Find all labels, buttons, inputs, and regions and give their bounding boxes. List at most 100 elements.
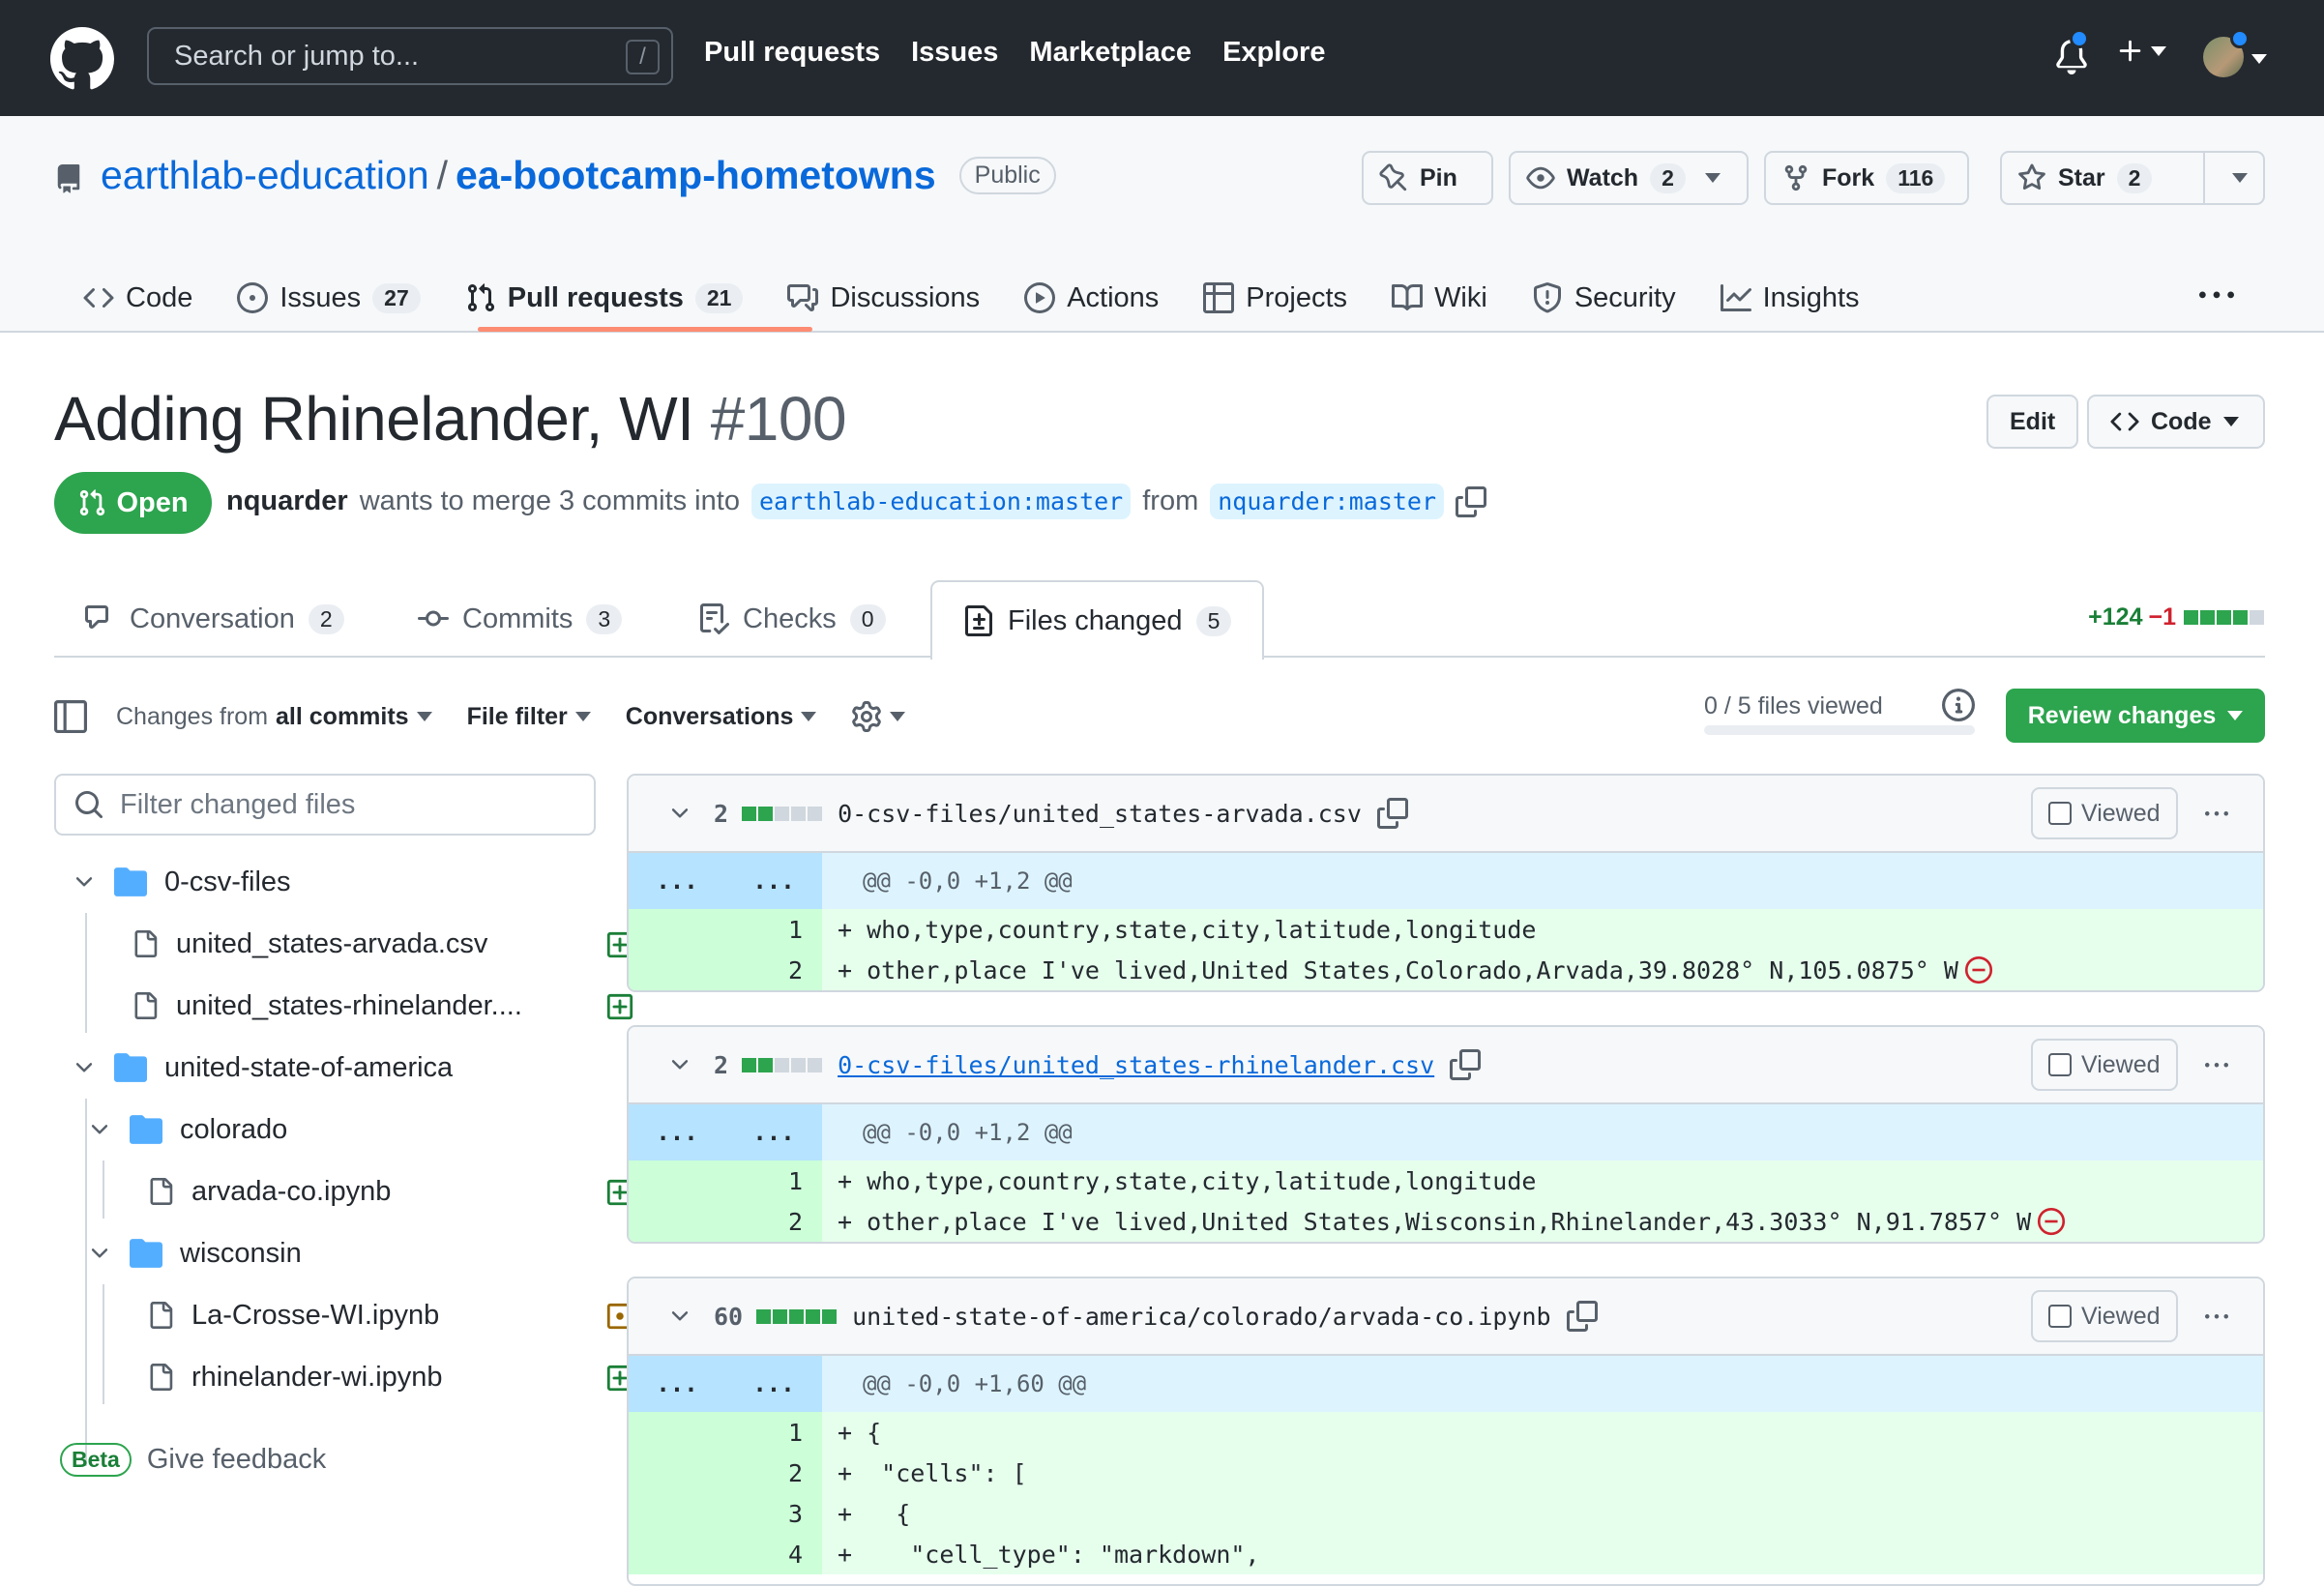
- diff-file-path[interactable]: 0-csv-files/united_states-rhinelander.cs…: [838, 1051, 1434, 1079]
- copy-path-icon[interactable]: [1450, 1049, 1482, 1080]
- diff-file-path[interactable]: united-state-of-america/colorado/arvada-…: [852, 1303, 1550, 1331]
- expand-down-dots[interactable]: ...: [752, 1370, 794, 1397]
- tab-security[interactable]: Security: [1532, 263, 1676, 333]
- expand-hunk-gutter[interactable]: ......: [629, 1104, 822, 1160]
- expand-down-dots[interactable]: ...: [752, 867, 794, 895]
- tree-folder-united-state-of-america[interactable]: united-state-of-america: [72, 1037, 453, 1099]
- tab-insights[interactable]: Insights: [1720, 263, 1860, 333]
- pr-title-text: Adding Rhinelander, WI: [54, 384, 694, 454]
- expand-up-dots[interactable]: ...: [656, 1370, 697, 1397]
- diff-change-bar: [740, 1051, 823, 1079]
- pin-label: Pin: [1420, 163, 1457, 191]
- head-branch[interactable]: nquarder:master: [1210, 484, 1445, 519]
- file-actions-kebab-icon[interactable]: [2199, 803, 2234, 826]
- repo-owner-link[interactable]: earthlab-education: [101, 153, 429, 198]
- diffstat-bar: [2182, 603, 2264, 631]
- tree-file-arvada-co[interactable]: arvada-co.ipynb: [147, 1160, 391, 1222]
- line-number[interactable]: 3: [629, 1493, 822, 1534]
- star-list-dropdown[interactable]: [2217, 173, 2263, 183]
- viewed-checkbox-button[interactable]: Viewed: [2031, 1039, 2178, 1091]
- diff-settings-dropdown[interactable]: [851, 701, 906, 732]
- tab-wiki[interactable]: Wiki: [1392, 263, 1487, 333]
- more-tabs-kebab-icon[interactable]: [2199, 279, 2234, 313]
- star-button[interactable]: Star 2: [2002, 153, 2205, 203]
- tab-label: Commits: [462, 602, 574, 634]
- diff-file-path[interactable]: 0-csv-files/united_states-arvada.csv: [838, 800, 1362, 828]
- tab-issues[interactable]: Issues 27: [237, 263, 421, 333]
- tree-file-rhinelander-wi[interactable]: rhinelander-wi.ipynb: [147, 1346, 443, 1408]
- fork-button[interactable]: Fork 116: [1764, 151, 1969, 205]
- pr-author-link[interactable]: nquarder: [226, 485, 348, 517]
- line-number[interactable]: 1: [629, 1160, 822, 1201]
- tree-file-united-states-arvada[interactable]: united_states-arvada.csv: [132, 913, 487, 975]
- copy-path-icon[interactable]: [1566, 1301, 1598, 1332]
- expand-up-dots[interactable]: ...: [656, 867, 697, 895]
- nav-pull-requests[interactable]: Pull requests: [704, 37, 880, 69]
- code-dropdown-button[interactable]: Code: [2087, 395, 2265, 449]
- tab-discussions[interactable]: Discussions: [787, 263, 980, 333]
- line-number[interactable]: 1: [629, 909, 822, 950]
- fork-icon: [1784, 164, 1808, 191]
- conversations-dropdown[interactable]: Conversations: [626, 703, 817, 731]
- search-input[interactable]: Search or jump to... /: [147, 27, 673, 85]
- tree-folder-colorado[interactable]: colorado: [87, 1099, 287, 1160]
- collapse-chevron-icon[interactable]: [667, 1304, 692, 1329]
- tree-file-united-states-rhinelander[interactable]: united_states-rhinelander....: [132, 975, 522, 1037]
- tab-checks[interactable]: Checks 0: [698, 580, 886, 658]
- github-logo-icon[interactable]: [50, 27, 114, 91]
- viewed-checkbox-button[interactable]: Viewed: [2031, 1290, 2178, 1342]
- collapse-chevron-icon[interactable]: [667, 801, 692, 826]
- expand-down-dots[interactable]: ...: [752, 1119, 794, 1146]
- nav-explore[interactable]: Explore: [1222, 37, 1325, 69]
- line-number[interactable]: 2: [629, 1453, 822, 1493]
- viewed-checkbox-button[interactable]: Viewed: [2031, 787, 2178, 839]
- nav-marketplace[interactable]: Marketplace: [1029, 37, 1191, 69]
- expand-up-dots[interactable]: ...: [656, 1119, 697, 1146]
- line-number[interactable]: 1: [629, 1412, 822, 1453]
- tree-folder-0-csv-files[interactable]: 0-csv-files: [72, 851, 291, 913]
- tree-label: 0-csv-files: [164, 866, 291, 897]
- line-number[interactable]: 2: [629, 950, 822, 990]
- sidebar-toggle-icon[interactable]: [54, 700, 87, 733]
- edit-title-button[interactable]: Edit: [1986, 395, 2079, 449]
- repo-name-link[interactable]: ea-bootcamp-hometowns: [456, 153, 936, 198]
- tab-projects[interactable]: Projects: [1203, 263, 1347, 333]
- copy-icon[interactable]: [1456, 485, 1487, 517]
- file-filter-dropdown[interactable]: File filter: [467, 703, 591, 731]
- file-actions-kebab-icon[interactable]: [2199, 1306, 2234, 1329]
- files-viewed-progress: [1704, 725, 1975, 735]
- notifications-bell-icon[interactable]: [2054, 29, 2089, 75]
- tree-label: united-state-of-america: [164, 1051, 454, 1083]
- line-number[interactable]: 2: [629, 1201, 822, 1242]
- review-changes-button[interactable]: Review changes: [2006, 689, 2265, 743]
- copy-path-icon[interactable]: [1376, 798, 1408, 829]
- tab-code[interactable]: Code: [83, 263, 192, 333]
- tab-files-changed[interactable]: Files changed 5: [930, 580, 1265, 660]
- nav-issues[interactable]: Issues: [911, 37, 998, 69]
- give-feedback-link[interactable]: Give feedback: [147, 1444, 326, 1476]
- viewed-checkbox: [2048, 802, 2072, 825]
- line-number[interactable]: 4: [629, 1534, 822, 1574]
- watch-button[interactable]: Watch 2: [1509, 151, 1749, 205]
- collapse-chevron-icon[interactable]: [667, 1052, 692, 1077]
- tab-conversation[interactable]: Conversation 2: [85, 580, 344, 658]
- tab-pull-requests[interactable]: Pull requests 21: [465, 263, 744, 333]
- changes-from-dropdown[interactable]: Changes from all commits: [116, 703, 432, 731]
- base-branch[interactable]: earthlab-education:master: [750, 484, 1132, 519]
- pin-button[interactable]: Pin: [1362, 151, 1493, 205]
- create-new-dropdown[interactable]: [2116, 37, 2166, 66]
- file-actions-kebab-icon[interactable]: [2199, 1054, 2234, 1077]
- tab-actions[interactable]: Actions: [1024, 263, 1159, 333]
- filter-changed-files-input[interactable]: Filter changed files: [54, 774, 596, 836]
- expand-hunk-gutter[interactable]: ......: [629, 1356, 822, 1412]
- code-icon: [2110, 412, 2139, 431]
- tree-guide-line: [103, 1160, 104, 1219]
- avatar-caret-icon[interactable]: [2251, 54, 2267, 64]
- expand-hunk-gutter[interactable]: ......: [629, 853, 822, 909]
- code-label: Code: [2151, 407, 2212, 435]
- info-icon[interactable]: [1942, 689, 1975, 721]
- tab-commits[interactable]: Commits 3: [418, 580, 623, 658]
- tree-folder-wisconsin[interactable]: wisconsin: [87, 1222, 302, 1284]
- user-avatar[interactable]: [2203, 29, 2250, 77]
- tree-file-la-crosse-wi[interactable]: La-Crosse-WI.ipynb: [147, 1284, 439, 1346]
